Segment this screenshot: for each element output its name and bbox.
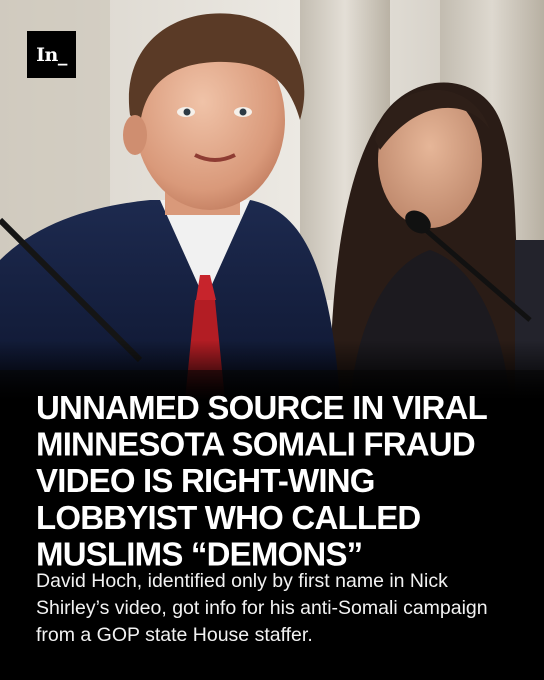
logo-text: In_ bbox=[36, 43, 67, 66]
headline: UNNAMED SOURCE IN VIRAL MINNESOTA SOMALI… bbox=[36, 388, 487, 573]
hero-photo bbox=[0, 0, 544, 400]
subheadline: David Hoch, identified only by first nam… bbox=[36, 570, 488, 646]
news-card: In_ UNNAMED SOURCE IN VIRAL MINNESOTA SO… bbox=[0, 0, 544, 680]
brand-logo: In_ bbox=[27, 31, 76, 78]
